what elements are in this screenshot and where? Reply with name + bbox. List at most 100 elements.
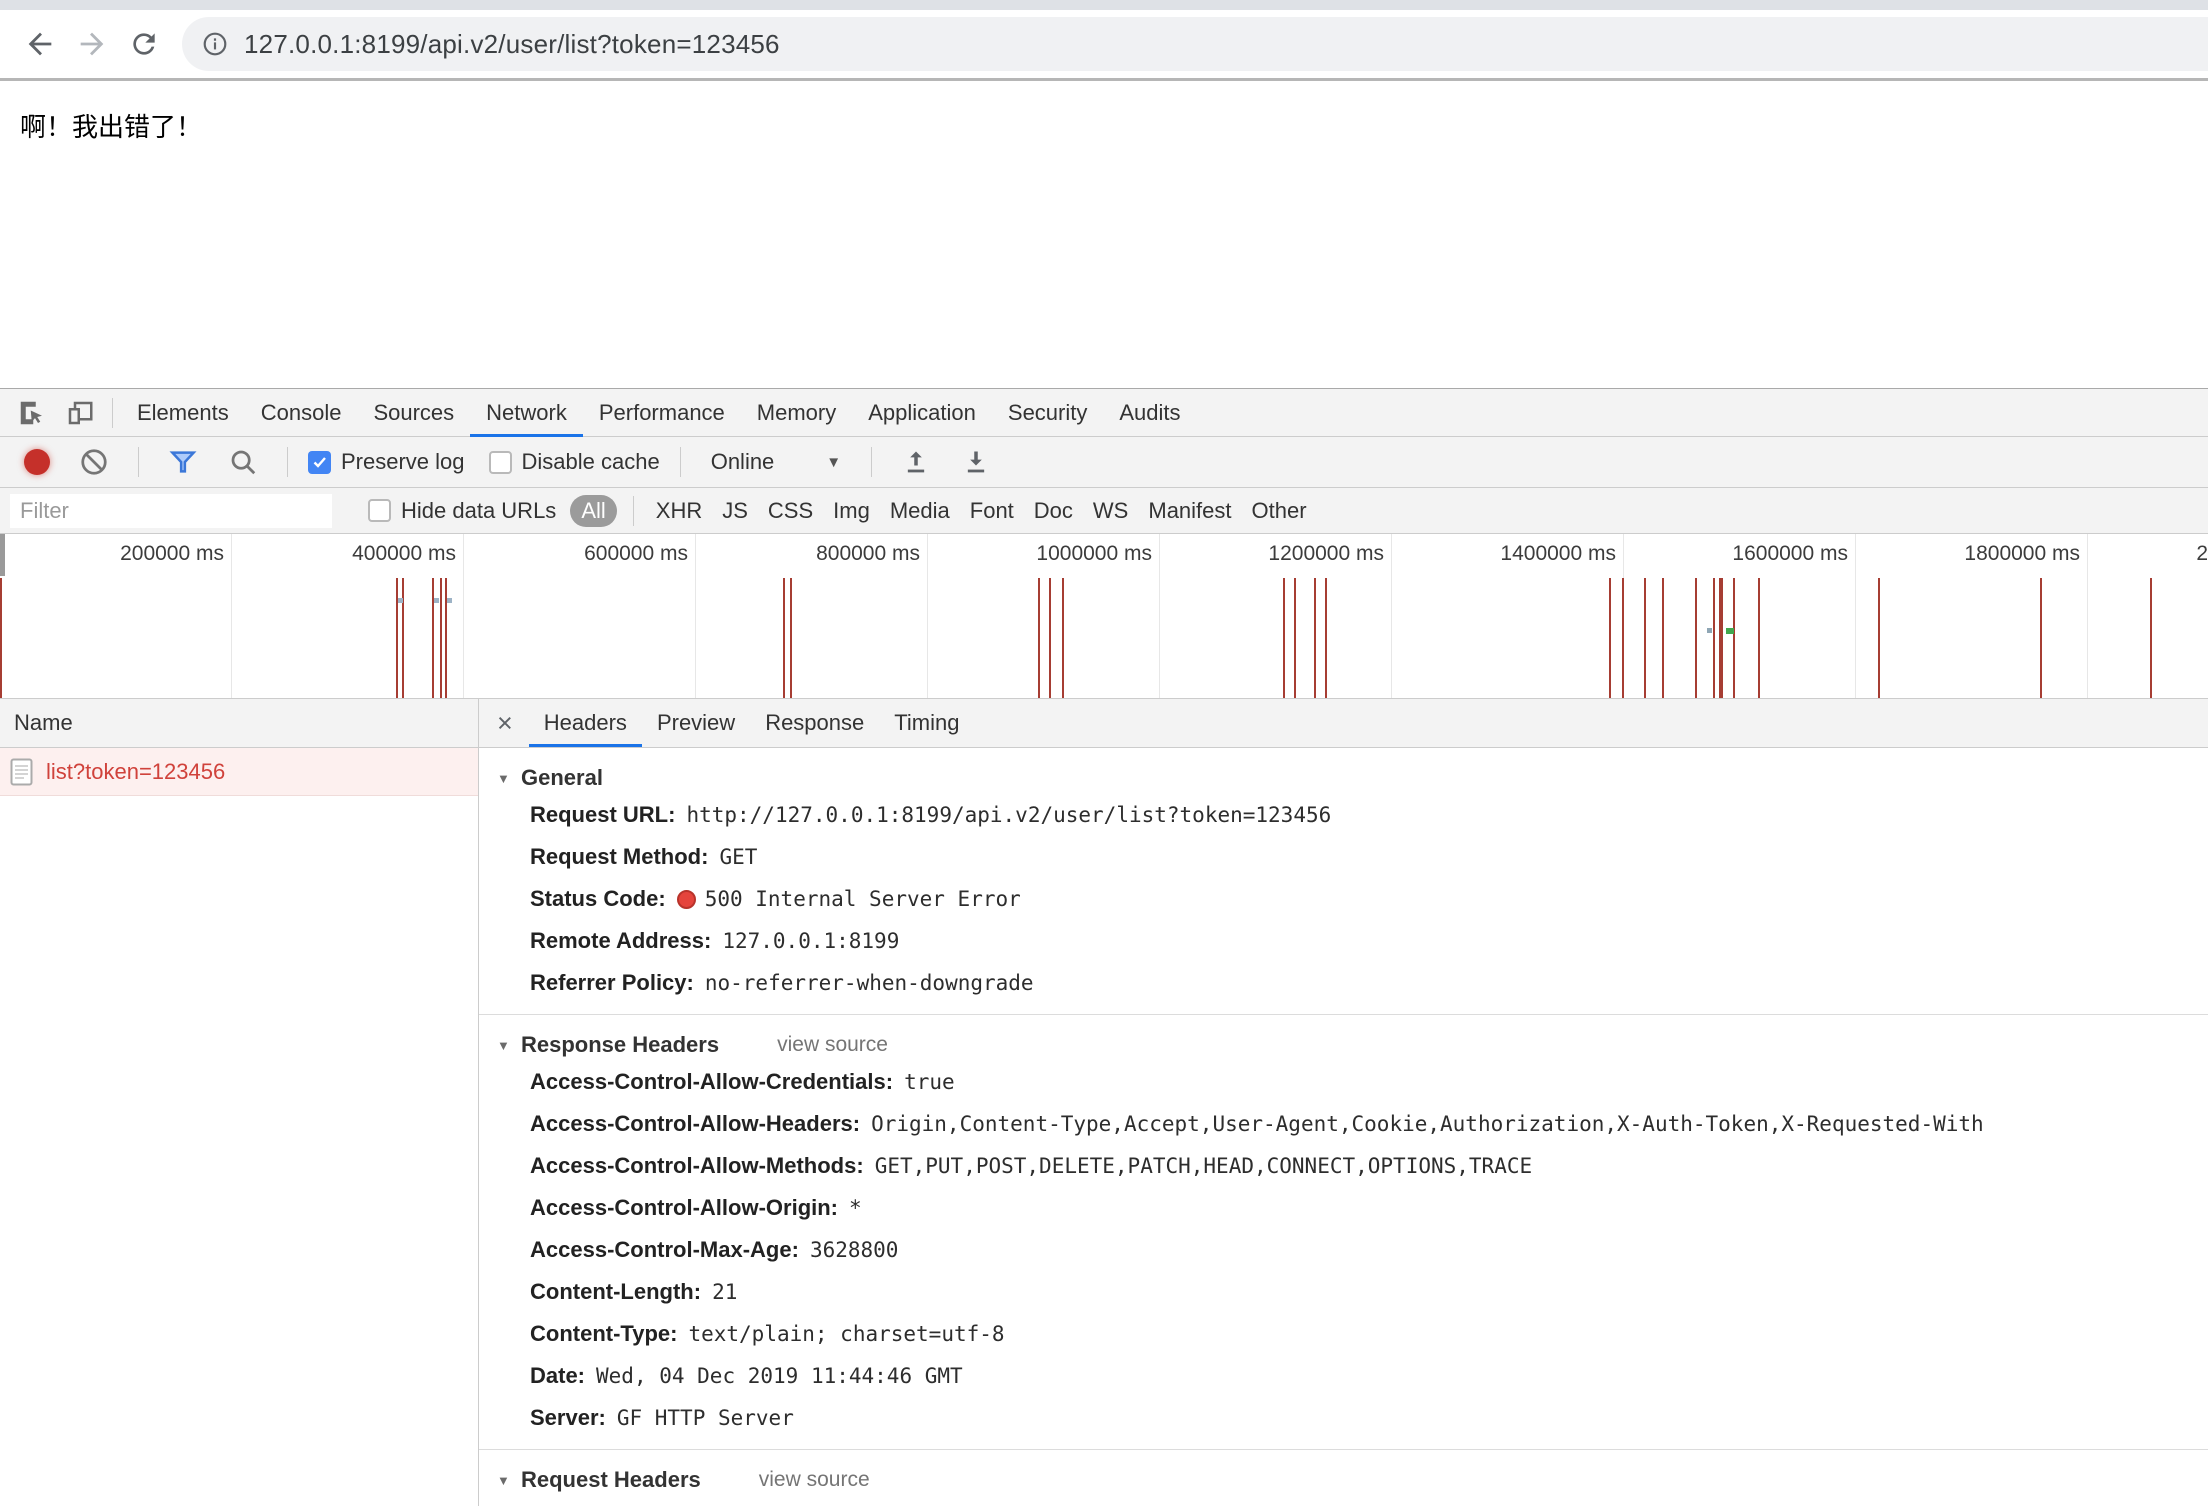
divider [112,398,113,428]
type-filter-js[interactable]: JS [716,498,754,524]
timeline-gridline [927,534,928,698]
type-filter-ws[interactable]: WS [1087,498,1134,524]
detail-tabs: HeadersPreviewResponseTiming [529,699,975,747]
section-header-request-headers[interactable]: ▼Request Headersview source [497,1464,2208,1496]
type-filter-all[interactable]: All [570,495,616,527]
info-icon [202,31,228,57]
devtools-tab-elements[interactable]: Elements [121,389,245,437]
header-value: Wed, 04 Dec 2019 11:44:46 GMT [596,1364,963,1388]
section-header-response-headers[interactable]: ▼Response Headersview source [497,1029,2208,1061]
export-har-button[interactable] [952,438,1000,486]
header-key: Server: [530,1405,606,1431]
timeline-request-bar [2150,578,2152,698]
type-filter-img[interactable]: Img [827,498,876,524]
status-error-dot-icon [677,890,696,909]
divider [871,447,872,477]
upload-icon [902,448,930,476]
detail-tabbar: × HeadersPreviewResponseTiming [479,699,2208,748]
detail-tab-response[interactable]: Response [750,699,879,747]
table-row-request[interactable]: list?token=123456 [0,748,478,796]
timeline-gridline [1855,534,1856,698]
reload-icon [128,28,160,60]
header-kv-row: Access-Control-Max-Age:3628800 [530,1229,2208,1271]
preserve-log-checkbox[interactable] [308,451,331,474]
browser-tab-strip [0,0,2208,10]
timeline-request-bar [1719,578,1723,698]
search-button[interactable] [219,438,267,486]
timeline-tick-label: 600000 ms [528,542,688,566]
disable-cache-checkbox[interactable] [489,451,512,474]
address-bar[interactable]: 127.0.0.1:8199/api.v2/user/list?token=12… [182,17,2208,71]
checkmark-icon [312,454,328,470]
view-source-link[interactable]: view source [759,1468,870,1492]
timeline-request-bar [1733,578,1735,698]
type-filter-media[interactable]: Media [884,498,956,524]
network-overview-timeline[interactable]: 200000 ms400000 ms600000 ms800000 ms1000… [0,534,2208,699]
timeline-request-bar [1325,578,1327,698]
detail-tab-timing[interactable]: Timing [879,699,974,747]
hide-data-urls-checkbox[interactable] [368,499,391,522]
timeline-request-bar [396,578,398,698]
filter-toggle-button[interactable] [159,438,207,486]
timeline-request-bar [783,578,785,698]
close-icon[interactable]: × [497,710,513,737]
devtools-tab-performance[interactable]: Performance [583,389,741,437]
section-title: Request Headers [521,1467,701,1493]
timeline-request-bar [1283,578,1285,698]
forward-button[interactable] [66,18,118,70]
devtools-tab-audits[interactable]: Audits [1103,389,1196,437]
devtools-tab-network[interactable]: Network [470,389,583,437]
timeline-event-marker [398,598,403,603]
header-key: Date: [530,1363,585,1389]
device-toggle-icon [65,398,95,428]
header-value: true [904,1070,955,1094]
header-value: 21 [712,1280,737,1304]
detail-tab-headers[interactable]: Headers [529,699,642,747]
section-divider [479,1449,2208,1450]
page-body-text: 啊！我出错了！ [20,107,2208,144]
type-filter-font[interactable]: Font [964,498,1020,524]
section-header-general[interactable]: ▼General [497,762,2208,794]
inspect-element-button[interactable] [8,389,56,437]
device-toolbar-button[interactable] [56,389,104,437]
hide-data-urls-toggle[interactable]: Hide data URLs [368,498,556,524]
timeline-scroll-nub [0,534,5,576]
name-column-header[interactable]: Name [0,699,478,748]
detail-tab-preview[interactable]: Preview [642,699,750,747]
import-har-button[interactable] [892,438,940,486]
back-button[interactable] [14,18,66,70]
preserve-log-toggle[interactable]: Preserve log [308,449,465,475]
devtools-tab-sources[interactable]: Sources [357,389,470,437]
type-filter-css[interactable]: CSS [762,498,819,524]
filter-input[interactable] [10,494,332,528]
timeline-tick-label: 2000000 ms [2152,542,2208,566]
devtools-tab-application[interactable]: Application [852,389,992,437]
timeline-event-marker [447,598,452,603]
throttling-select[interactable]: Online ▼ [701,449,851,475]
devtools-tab-console[interactable]: Console [245,389,358,437]
header-kv-row: Request Method:GET [530,836,2208,878]
timeline-request-bar [1878,578,1880,698]
type-filter-manifest[interactable]: Manifest [1142,498,1237,524]
reload-button[interactable] [118,18,170,70]
section-title: Response Headers [521,1032,719,1058]
clear-button[interactable] [70,438,118,486]
hide-data-urls-label: Hide data URLs [401,498,556,524]
view-source-link[interactable]: view source [777,1033,888,1057]
type-filter-other[interactable]: Other [1246,498,1313,524]
header-value: 500 Internal Server Error [705,887,1021,911]
timeline-event-marker [1726,628,1734,634]
disable-cache-toggle[interactable]: Disable cache [489,449,660,475]
header-kv-row: Status Code:500 Internal Server Error [530,878,2208,920]
devtools-tab-security[interactable]: Security [992,389,1103,437]
timeline-request-bar [402,578,404,698]
header-kv-row: Access-Control-Allow-Methods:GET,PUT,POS… [530,1145,2208,1187]
timeline-request-bar [1622,578,1624,698]
network-toolbar: Preserve log Disable cache Online ▼ [0,437,2208,488]
type-filter-doc[interactable]: Doc [1028,498,1079,524]
timeline-gridline [2087,534,2088,698]
record-button[interactable] [24,449,50,475]
type-filter-xhr[interactable]: XHR [650,498,708,524]
timeline-event-marker [434,598,439,603]
devtools-tab-memory[interactable]: Memory [741,389,852,437]
